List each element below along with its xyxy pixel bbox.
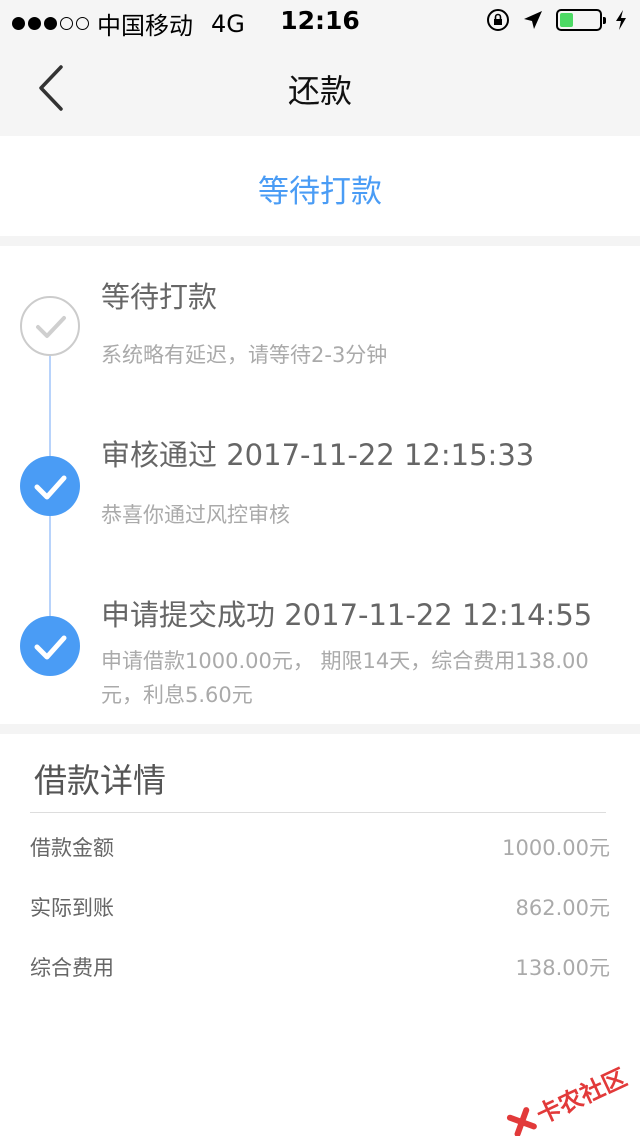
detail-value: 138.00元 bbox=[515, 956, 610, 980]
pending-check-icon bbox=[20, 296, 80, 356]
detail-value: 1000.00元 bbox=[502, 836, 610, 860]
detail-row-received-amount: 实际到账 862.00元 bbox=[30, 892, 610, 932]
timeline-step-title: 审核通过 2017-11-22 12:15:33 bbox=[101, 438, 535, 472]
location-arrow-icon bbox=[524, 11, 542, 29]
page-title: 还款 bbox=[287, 72, 352, 110]
status-text: 等待打款 bbox=[258, 174, 382, 210]
detail-row-total-fee: 综合费用 138.00元 bbox=[30, 952, 610, 992]
orientation-lock-icon bbox=[487, 9, 509, 31]
detail-row-loan-amount: 借款金额 1000.00元 bbox=[30, 832, 610, 872]
timeline-connector bbox=[49, 516, 51, 626]
completed-check-icon bbox=[20, 456, 80, 516]
loan-details-title: 借款详情 bbox=[34, 761, 166, 800]
detail-label: 实际到账 bbox=[30, 896, 114, 920]
battery-icon bbox=[556, 9, 606, 31]
progress-timeline: 等待打款 系统略有延迟，请等待2-3分钟 审核通过 2017-11-22 12:… bbox=[0, 246, 640, 724]
timeline-step-description: 申请借款1000.00元， 期限14天，综合费用138.00元，利息5.60元 bbox=[101, 649, 589, 707]
timeline-step-description: 系统略有延迟，请等待2-3分钟 bbox=[101, 343, 388, 367]
detail-label: 综合费用 bbox=[30, 956, 114, 980]
navigation-bar: 还款 bbox=[0, 40, 640, 136]
detail-value: 862.00元 bbox=[515, 896, 610, 920]
timeline-step-title: 等待打款 bbox=[101, 280, 218, 314]
status-bar: 中国移动 4G 12:16 bbox=[0, 0, 640, 40]
battery-fill bbox=[560, 13, 574, 27]
status-card: 等待打款 bbox=[0, 136, 640, 236]
timeline-connector bbox=[49, 356, 51, 466]
timeline-step-title: 申请提交成功 2017-11-22 12:14:55 bbox=[101, 598, 593, 632]
loan-details-card: 借款详情 借款金额 1000.00元 实际到账 862.00元 综合费用 138… bbox=[0, 734, 640, 1136]
timeline-step-description: 恭喜你通过风控审核 bbox=[101, 503, 290, 527]
detail-label: 借款金额 bbox=[30, 836, 114, 860]
status-bar-right bbox=[486, 8, 628, 32]
completed-check-icon bbox=[20, 616, 80, 676]
charging-bolt-icon bbox=[616, 10, 626, 30]
divider bbox=[30, 812, 606, 813]
